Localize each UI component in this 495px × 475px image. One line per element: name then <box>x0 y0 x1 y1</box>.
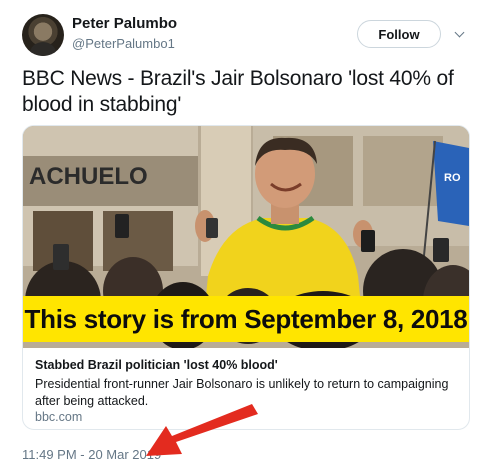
card-title[interactable]: Stabbed Brazil politician 'lost 40% bloo… <box>35 358 278 372</box>
author-avatar[interactable] <box>22 14 64 56</box>
flag-text: RO <box>444 172 461 184</box>
follow-button[interactable]: Follow <box>357 20 441 48</box>
tweet-text: BBC News - Brazil's Jair Bolsonaro 'lost… <box>22 67 454 116</box>
story-date-banner: This story is from September 8, 2018 <box>23 296 469 342</box>
storefront-sign: ACHUELO <box>29 163 148 190</box>
link-card[interactable]: ACHUELO RO This story is from September … <box>22 125 470 430</box>
author-handle[interactable]: @PeterPalumbo1 <box>72 36 175 51</box>
chevron-down-icon[interactable] <box>454 27 465 38</box>
card-photo: ACHUELO RO This story is from September … <box>23 126 469 348</box>
card-domain[interactable]: bbc.com <box>35 410 82 424</box>
red-arrow-annotation <box>146 404 258 456</box>
author-display-name[interactable]: Peter Palumbo <box>72 15 177 32</box>
